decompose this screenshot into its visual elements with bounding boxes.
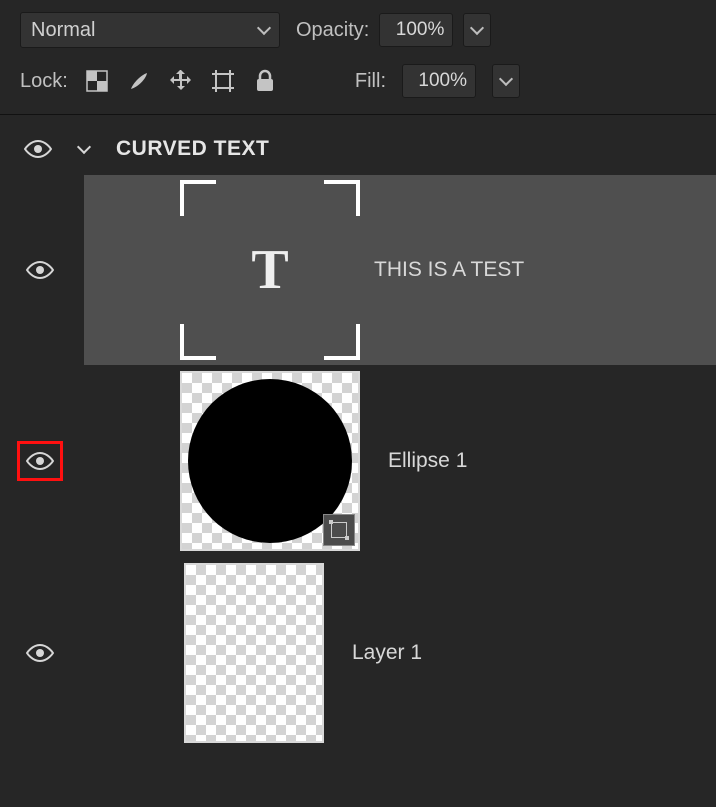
opacity-label: Opacity: bbox=[296, 19, 369, 42]
blend-mode-value: Normal bbox=[31, 19, 95, 42]
layer-name-label[interactable]: THIS IS A TEST bbox=[374, 258, 524, 282]
visibility-column bbox=[10, 643, 70, 663]
visibility-column bbox=[10, 260, 70, 280]
opacity-value: 100% bbox=[396, 19, 445, 41]
eye-icon[interactable] bbox=[26, 643, 54, 663]
type-icon: T bbox=[180, 180, 360, 360]
chevron-down-icon bbox=[499, 72, 513, 86]
layer-group-header[interactable]: CURVED TEXT bbox=[0, 119, 716, 175]
expand-chevron-icon[interactable] bbox=[70, 139, 98, 159]
layer-thumbnail[interactable] bbox=[184, 563, 324, 743]
fill-slider-button[interactable] bbox=[492, 64, 520, 98]
eye-icon[interactable] bbox=[26, 260, 54, 280]
lock-transparency-icon[interactable] bbox=[84, 68, 110, 94]
layer-name-label[interactable]: Layer 1 bbox=[352, 641, 422, 665]
divider bbox=[0, 114, 716, 115]
lock-all-icon[interactable] bbox=[252, 68, 278, 94]
chevron-down-icon bbox=[470, 21, 484, 35]
lock-fill-row: Lock: Fill: 100% bbox=[0, 60, 716, 110]
fill-input[interactable]: 100% bbox=[402, 64, 476, 98]
group-name: CURVED TEXT bbox=[116, 137, 269, 161]
eye-icon[interactable] bbox=[26, 451, 54, 471]
layer-row-raster[interactable]: Layer 1 bbox=[10, 557, 716, 749]
layer-thumbnail[interactable] bbox=[180, 371, 360, 551]
lock-position-icon[interactable] bbox=[168, 68, 194, 94]
blend-opacity-row: Normal Opacity: 100% bbox=[0, 0, 716, 60]
lock-label: Lock: bbox=[20, 70, 68, 93]
vector-shape-badge-icon bbox=[323, 514, 355, 546]
fill-label: Fill: bbox=[355, 70, 386, 93]
layer-row-text[interactable]: T THIS IS A TEST bbox=[10, 175, 716, 365]
layer-row-shape[interactable]: Ellipse 1 bbox=[10, 365, 716, 557]
lock-brush-icon[interactable] bbox=[126, 68, 152, 94]
lock-artboard-icon[interactable] bbox=[210, 68, 236, 94]
opacity-input[interactable]: 100% bbox=[379, 13, 453, 47]
fill-value: 100% bbox=[418, 70, 467, 92]
layer-content: T THIS IS A TEST bbox=[84, 175, 716, 365]
layer-thumbnail[interactable]: T bbox=[180, 180, 360, 360]
blend-mode-select[interactable]: Normal bbox=[20, 12, 280, 48]
chevron-down-icon bbox=[257, 21, 271, 35]
visibility-column bbox=[10, 451, 70, 471]
opacity-slider-button[interactable] bbox=[463, 13, 491, 47]
eye-icon[interactable] bbox=[24, 139, 52, 159]
layers-list: T THIS IS A TEST Ellipse 1 Layer 1 bbox=[0, 175, 716, 749]
layer-name-label[interactable]: Ellipse 1 bbox=[388, 449, 467, 473]
